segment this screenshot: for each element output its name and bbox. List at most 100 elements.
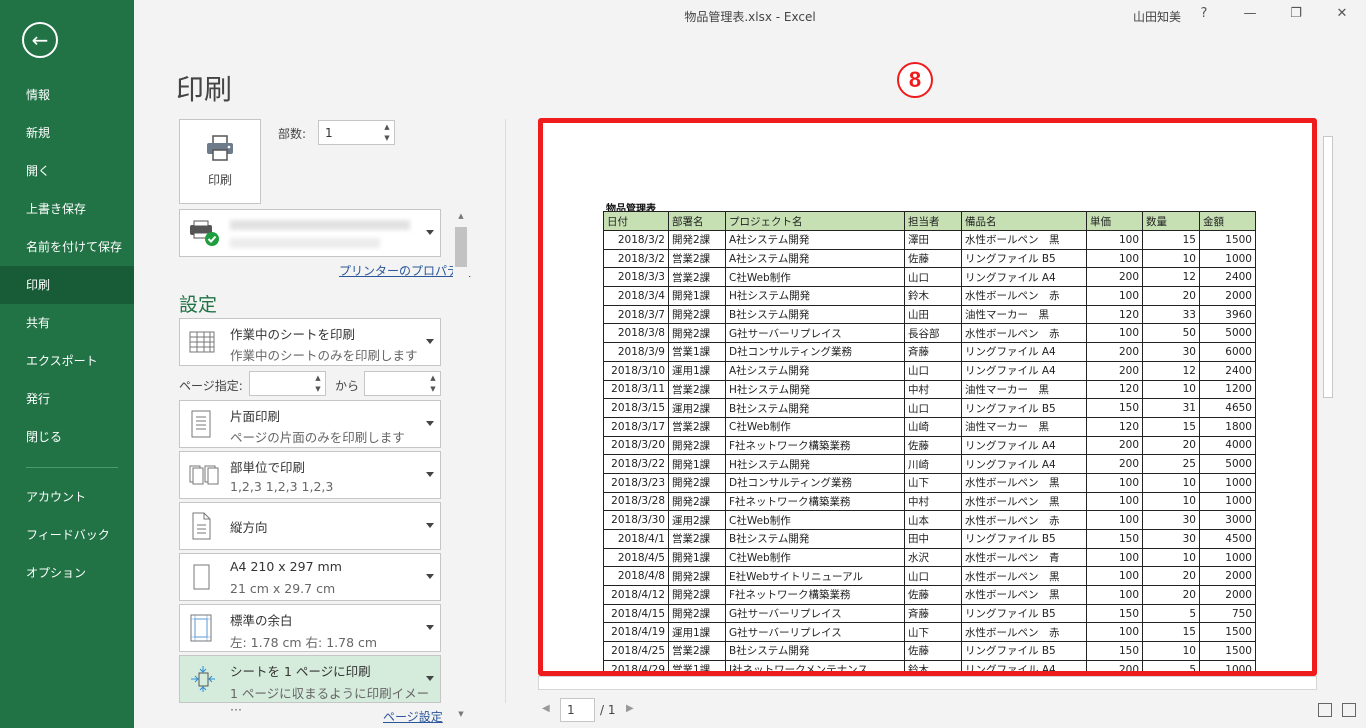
table-cell: 100 bbox=[1086, 472, 1143, 493]
table-cell: 10 bbox=[1142, 491, 1200, 512]
nav-item-open[interactable]: 開く bbox=[0, 152, 134, 190]
table-cell: 5 bbox=[1142, 603, 1200, 624]
copies-stepper[interactable]: ▲▼ bbox=[318, 120, 395, 145]
table-cell: D社コンサルティング業務 bbox=[725, 342, 905, 362]
minimize-icon[interactable]: — bbox=[1240, 6, 1260, 21]
nav-item-new[interactable]: 新規 bbox=[0, 114, 134, 152]
preview-horizontal-scrollbar[interactable] bbox=[538, 676, 1317, 690]
zoom-to-page-icon[interactable] bbox=[1342, 703, 1356, 717]
close-icon[interactable]: ✕ bbox=[1332, 6, 1352, 21]
column-header: 日付 bbox=[603, 211, 669, 231]
table-row: 2018/4/19 運用1課 G社サーバーリプレイス 山下 水性ボールペン 赤 100 15… bbox=[603, 622, 1256, 643]
scroll-up-icon[interactable]: ▲ bbox=[453, 209, 469, 224]
nav-item-save[interactable]: 上書き保存 bbox=[0, 190, 134, 228]
table-cell: 2018/4/25 bbox=[603, 641, 669, 661]
stepper-arrows-icon[interactable]: ▲ ▼ bbox=[426, 372, 440, 395]
table-cell: 2018/3/11 bbox=[603, 379, 669, 400]
table-cell: G社サーバーリプレイス bbox=[725, 622, 905, 643]
nav-item-export[interactable]: エクスポート bbox=[0, 342, 134, 380]
nav-item-close[interactable]: 閉じる bbox=[0, 418, 134, 456]
stepper-arrows-icon[interactable]: ▲ ▼ bbox=[311, 372, 325, 395]
table-cell: H社システム開発 bbox=[725, 379, 905, 400]
table-cell: 開発1課 bbox=[668, 286, 726, 306]
table-cell: 2018/3/22 bbox=[603, 454, 669, 474]
table-cell: 山崎 bbox=[904, 416, 962, 437]
nav-item-options[interactable]: オプション bbox=[0, 554, 134, 592]
prev-page-icon[interactable]: ◀ bbox=[542, 703, 550, 714]
table-cell: 10 bbox=[1142, 547, 1200, 568]
table-cell: 200 bbox=[1086, 454, 1143, 474]
table-cell: 100 bbox=[1086, 323, 1143, 344]
nav-item-save-as[interactable]: 名前を付けて保存 bbox=[0, 228, 134, 266]
nav-item-print[interactable]: 印刷 bbox=[0, 266, 134, 304]
page-title: 印刷 bbox=[176, 73, 233, 106]
table-cell: E社Webサイトリニューアル bbox=[725, 566, 905, 587]
table-cell: F社ネットワーク構築業務 bbox=[725, 491, 905, 512]
printer-select[interactable] bbox=[179, 209, 441, 257]
table-cell: 200 bbox=[1086, 267, 1143, 288]
table-cell: 10 bbox=[1142, 472, 1200, 493]
settings-scrollbar[interactable]: ▲ ▼ bbox=[453, 209, 469, 722]
page-from-stepper[interactable]: ▲ ▼ bbox=[249, 371, 326, 396]
printer-name-blurred bbox=[230, 220, 410, 230]
table-cell: 100 bbox=[1086, 248, 1143, 269]
nav-item-account[interactable]: アカウント bbox=[0, 478, 134, 516]
collation-select[interactable]: 部単位で印刷 1,2,3 1,2,3 1,2,3 bbox=[179, 451, 441, 499]
nav-divider bbox=[26, 467, 118, 468]
table-cell: 佐藤 bbox=[904, 641, 962, 661]
table-cell: 100 bbox=[1086, 510, 1143, 530]
help-icon[interactable]: ? bbox=[1194, 6, 1214, 21]
nav-item-publish[interactable]: 発行 bbox=[0, 380, 134, 418]
table-cell: 100 bbox=[1086, 230, 1143, 250]
nav-item-feedback[interactable]: フィードバック bbox=[0, 516, 134, 554]
table-cell: 2018/4/1 bbox=[603, 529, 669, 549]
table-row: 2018/3/9 営業1課 D社コンサルティング業務 斉藤 リングファイル A4 200 3… bbox=[603, 342, 1256, 362]
restore-icon[interactable]: ❐ bbox=[1286, 6, 1306, 21]
collation-title: 部単位で印刷 bbox=[230, 460, 306, 475]
current-page-input[interactable]: 1 bbox=[560, 698, 595, 722]
table-cell: 山下 bbox=[904, 472, 962, 493]
table-row: 2018/4/15 開発2課 G社サーバーリプレイス 斉藤 リングファイル B5 150 5… bbox=[603, 603, 1256, 624]
table-cell: 水性ボールペン 黒 bbox=[961, 230, 1087, 250]
print-what-select[interactable]: 作業中のシートを印刷 作業中のシートのみを印刷します bbox=[179, 318, 441, 366]
paper-size-select[interactable]: A4 210 x 297 mm 21 cm x 29.7 cm bbox=[179, 553, 441, 601]
table-cell: 750 bbox=[1199, 603, 1256, 624]
table-row: 2018/3/2 営業2課 A社システム開発 佐藤 リングファイル B5 100 10 100… bbox=[603, 248, 1256, 269]
printer-status-blurred bbox=[230, 238, 380, 248]
back-arrow-icon[interactable]: ← bbox=[22, 22, 58, 58]
table-cell: 150 bbox=[1086, 398, 1143, 418]
show-margins-icon[interactable] bbox=[1318, 703, 1332, 717]
orientation-select[interactable]: 縦方向 bbox=[179, 502, 441, 550]
table-cell: 油性マーカー 黒 bbox=[961, 379, 1087, 400]
sheet-grid-icon bbox=[188, 319, 216, 365]
scaling-select[interactable]: シートを 1 ページに印刷 1 ページに収まるように印刷イメー··· bbox=[179, 655, 441, 717]
scroll-thumb[interactable] bbox=[1323, 136, 1333, 398]
user-name[interactable]: 山田知美 bbox=[1133, 8, 1181, 25]
table-cell: 15 bbox=[1142, 416, 1200, 437]
page-range-to-label: から bbox=[335, 379, 360, 393]
chevron-down-icon bbox=[426, 472, 434, 477]
sides-select[interactable]: 片面印刷 ページの片面のみを印刷します bbox=[179, 400, 441, 448]
print-button[interactable]: 印刷 bbox=[179, 119, 261, 204]
preview-vertical-scrollbar[interactable] bbox=[1321, 122, 1335, 674]
table-cell: リングファイル B5 bbox=[961, 398, 1087, 418]
table-cell: 水性ボールペン 青 bbox=[961, 547, 1087, 568]
table-cell: H社システム開発 bbox=[725, 454, 905, 474]
page-setup-link[interactable]: ページ設定 bbox=[383, 708, 443, 725]
table-cell: 佐藤 bbox=[904, 248, 962, 269]
portrait-page-icon bbox=[188, 503, 214, 549]
table-cell: 鈴木 bbox=[904, 659, 962, 671]
margins-subtitle: 左: 1.78 cm 右: 1.78 cm bbox=[230, 635, 378, 650]
stepper-arrows-icon[interactable]: ▲ ▼ bbox=[380, 121, 394, 144]
table-cell: 開発2課 bbox=[668, 435, 726, 456]
next-page-icon[interactable]: ▶ bbox=[626, 703, 634, 714]
table-cell: 長谷部 bbox=[904, 323, 962, 344]
margins-select[interactable]: 標準の余白 左: 1.78 cm 右: 1.78 cm bbox=[179, 604, 441, 652]
scroll-thumb[interactable] bbox=[455, 227, 467, 267]
scroll-down-icon[interactable]: ▼ bbox=[453, 707, 469, 722]
nav-item-info[interactable]: 情報 bbox=[0, 76, 134, 114]
page-to-stepper[interactable]: ▲ ▼ bbox=[364, 371, 441, 396]
table-cell: 33 bbox=[1142, 304, 1200, 325]
nav-item-share[interactable]: 共有 bbox=[0, 304, 134, 342]
printer-properties-link[interactable]: プリンターのプロパティ bbox=[339, 262, 470, 279]
